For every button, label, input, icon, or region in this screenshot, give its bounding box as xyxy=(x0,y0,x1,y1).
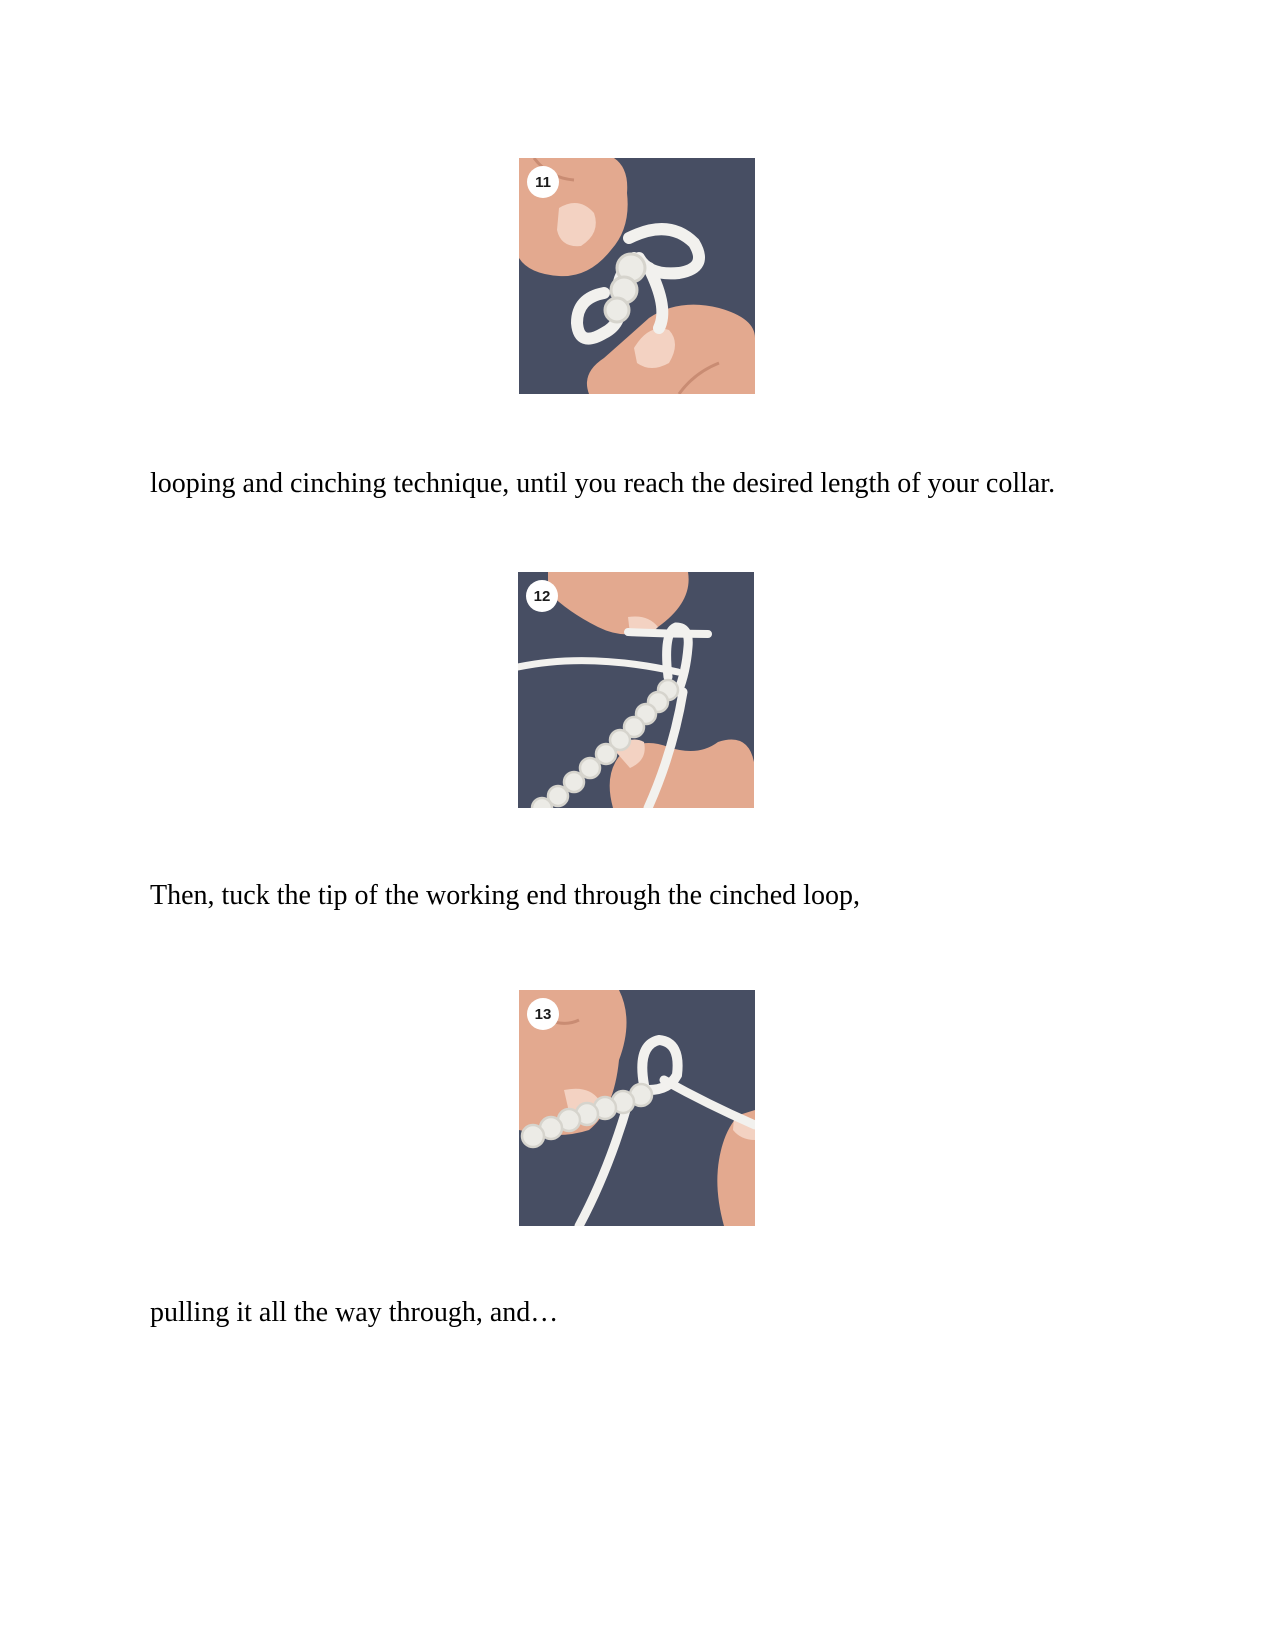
step-photo-11: 11 xyxy=(519,158,755,394)
step-number-badge: 12 xyxy=(526,580,558,612)
step-caption: Then, tuck the tip of the working end th… xyxy=(150,880,860,911)
document-page: 11 looping and cinching technique, until… xyxy=(0,0,1275,1650)
step-caption: pulling it all the way through, and… xyxy=(150,1297,559,1328)
step-number-label: 11 xyxy=(535,174,551,191)
step-photo-13: 13 xyxy=(519,990,755,1226)
step-number-badge: 13 xyxy=(527,998,559,1030)
step-number-label: 13 xyxy=(535,1006,552,1023)
step-number-label: 12 xyxy=(534,588,551,605)
step-number-badge: 11 xyxy=(527,166,559,198)
step-photo-12: 12 xyxy=(518,572,754,808)
step-caption: looping and cinching technique, until yo… xyxy=(150,468,1056,499)
